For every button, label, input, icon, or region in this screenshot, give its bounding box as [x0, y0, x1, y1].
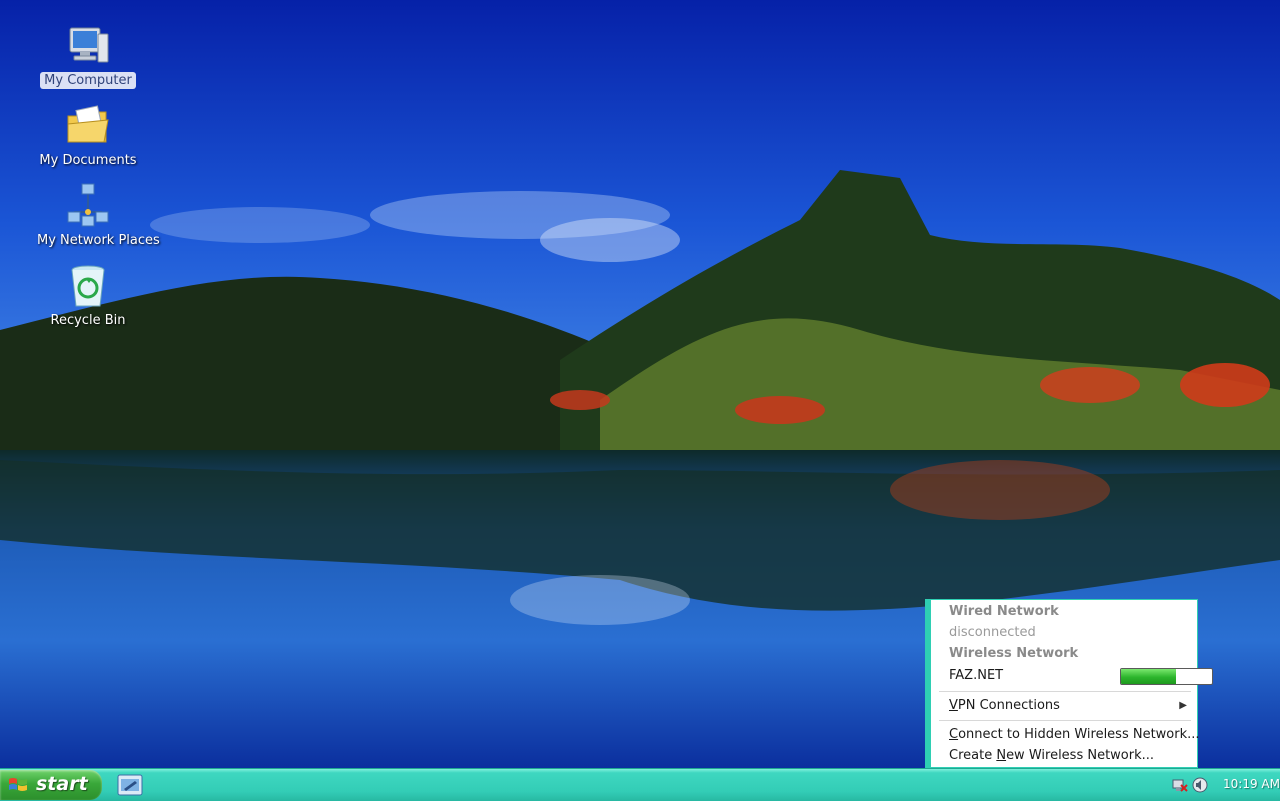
- signal-strength-bar: [1120, 668, 1213, 685]
- create-label-start: Create: [949, 748, 997, 763]
- create-new-network-item[interactable]: Create New Wireless Network...: [949, 746, 1191, 766]
- clock[interactable]: 10:19 AM: [1223, 777, 1280, 791]
- desktop-icon-recycle-bin[interactable]: Recycle Bin: [33, 262, 143, 329]
- desktop-icon-my-documents[interactable]: My Documents: [33, 102, 143, 169]
- desktop-icon-label: Recycle Bin: [50, 313, 126, 328]
- desktop-icon-label: My Computer: [40, 72, 136, 89]
- wired-network-header: Wired Network: [949, 604, 1059, 619]
- documents-folder-icon: [67, 105, 109, 143]
- hidden-label: onnect to Hidden Wireless Network...: [958, 727, 1200, 742]
- desktop[interactable]: My Computer My Documents My Network Plac…: [0, 0, 1280, 768]
- submenu-arrow-icon: ▶: [1179, 700, 1187, 711]
- vpn-mnemonic: V: [949, 698, 958, 713]
- start-label: start: [36, 773, 88, 795]
- hidden-mnemonic: C: [949, 727, 959, 742]
- connect-hidden-network-item[interactable]: Connect to Hidden Wireless Network...: [949, 725, 1200, 745]
- wireless-network-header: Wireless Network: [949, 646, 1079, 661]
- system-tray: 10:19 AM: [1168, 769, 1280, 801]
- desktop-icon-label: My Documents: [39, 153, 137, 168]
- menu-separator: [939, 691, 1191, 692]
- create-label-end: ew Wireless Network...: [1006, 748, 1155, 763]
- desktop-icon-my-computer[interactable]: My Computer: [33, 22, 143, 89]
- taskbar: start 10:19 AM: [0, 768, 1280, 801]
- show-desktop-icon: [117, 774, 143, 796]
- desktop-icon-my-network-places[interactable]: My Network Places: [33, 182, 160, 249]
- network-manager-menu: Wired Network disconnected Wireless Netw…: [925, 599, 1213, 768]
- network-disconnected-icon[interactable]: [1172, 777, 1188, 793]
- windows-flag-icon: [9, 778, 27, 791]
- show-desktop-quicklaunch[interactable]: [115, 771, 145, 799]
- create-mnemonic: N: [996, 748, 1007, 763]
- menu-separator: [939, 720, 1191, 721]
- network-name: FAZ.NET: [949, 668, 1004, 683]
- vpn-connections-item[interactable]: VPN Connections ▶: [949, 696, 1191, 716]
- network-places-icon: [67, 183, 109, 227]
- desktop-icon-label: My Network Places: [37, 233, 160, 248]
- start-button[interactable]: start: [0, 770, 102, 800]
- computer-icon: [69, 27, 109, 63]
- wireless-network-item[interactable]: FAZ.NET: [949, 666, 1213, 686]
- volume-icon[interactable]: [1192, 777, 1208, 793]
- vpn-label: PN Connections: [957, 698, 1060, 713]
- signal-strength-fill: [1121, 669, 1176, 684]
- wired-network-status: disconnected: [949, 625, 1036, 640]
- recycle-bin-icon: [71, 265, 105, 307]
